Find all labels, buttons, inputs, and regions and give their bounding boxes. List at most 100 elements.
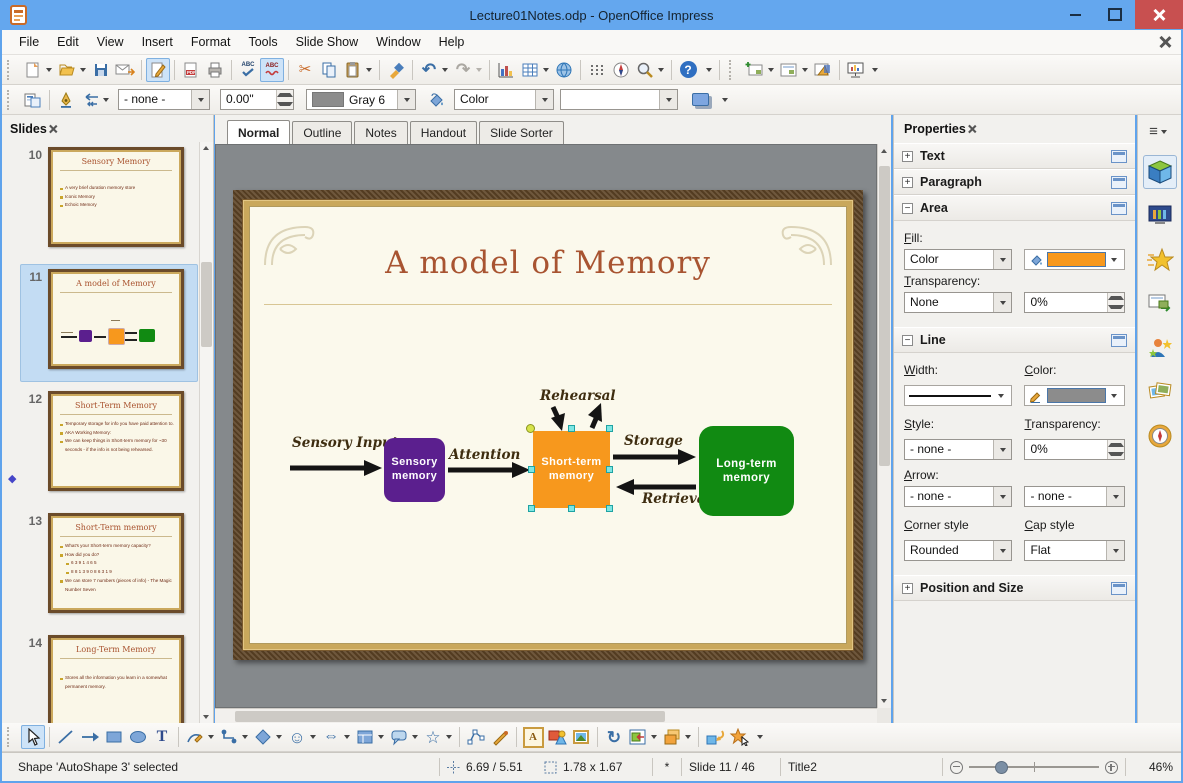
label-rehearsal[interactable]: Rehearsal — [540, 388, 616, 404]
sidebar-tab-master-pages[interactable] — [1143, 287, 1177, 321]
section-text[interactable]: + Text — [894, 143, 1135, 169]
select-tool-button[interactable] — [21, 725, 45, 749]
sidebar-tab-animation[interactable] — [1143, 331, 1177, 365]
line-width-arrow[interactable] — [998, 393, 1005, 398]
transparency-spinner[interactable]: 0% — [1024, 292, 1125, 313]
sidebar-settings-button[interactable]: ≡ — [1149, 123, 1170, 140]
line-color-combo[interactable]: Gray 6 — [306, 89, 416, 110]
fill-color-arrow[interactable] — [1111, 257, 1117, 262]
scroll-up-icon[interactable] — [881, 149, 887, 153]
area-dialog-launcher-icon[interactable] — [1111, 201, 1127, 215]
interaction-button[interactable] — [703, 725, 727, 749]
slide-12-thumbnail[interactable]: Short-Term Memory Temporary storage for … — [48, 391, 184, 491]
section-line[interactable]: − Line — [894, 327, 1135, 353]
maximize-button[interactable] — [1095, 0, 1135, 29]
rectangle-tool-button[interactable] — [102, 725, 126, 749]
menu-help[interactable]: Help — [430, 31, 474, 53]
line-width-up[interactable] — [277, 90, 293, 100]
sidebar-tab-gallery[interactable] — [1143, 375, 1177, 409]
line-width-select[interactable] — [904, 385, 1013, 406]
selection-handle[interactable] — [528, 505, 535, 512]
toolbar-grip[interactable] — [7, 727, 17, 747]
stars-button[interactable]: ☆ — [421, 725, 445, 749]
ellipse-tool-button[interactable] — [126, 725, 150, 749]
slide-10-thumbnail[interactable]: Sensory Memory A very brief duration mem… — [48, 147, 184, 247]
paste-dropdown[interactable] — [366, 67, 372, 72]
menu-tools[interactable]: Tools — [239, 31, 286, 53]
slide-layout-dropdown[interactable] — [802, 67, 808, 72]
status-zoom-percent[interactable]: 46% — [1133, 760, 1181, 774]
line-dialog-launcher-icon[interactable] — [1111, 333, 1127, 347]
spin-up[interactable] — [1108, 293, 1124, 303]
copy-button[interactable] — [317, 58, 341, 82]
slide-thumbnail-row[interactable]: 13 Short-Term memory What's your Short-t… — [2, 508, 200, 630]
slides-scrollbar-thumb[interactable] — [201, 262, 212, 347]
text-dialog-launcher-icon[interactable] — [1111, 149, 1127, 163]
redo-button[interactable]: ↷ — [451, 58, 475, 82]
label-storage[interactable]: Storage — [624, 433, 683, 449]
zoom-button[interactable] — [633, 58, 657, 82]
table-dropdown[interactable] — [543, 67, 549, 72]
cap-style-select[interactable]: Flat — [1024, 540, 1125, 561]
slide-11-thumbnail[interactable]: A model of Memory — [48, 269, 184, 369]
sensory-memory-box[interactable]: Sensory memory — [384, 438, 445, 502]
menu-window[interactable]: Window — [367, 31, 429, 53]
rotate-button[interactable]: ↻ — [602, 725, 626, 749]
save-button[interactable] — [89, 58, 113, 82]
toolbar-grip[interactable] — [7, 89, 17, 110]
position-dialog-launcher-icon[interactable] — [1111, 581, 1127, 595]
tab-handout[interactable]: Handout — [409, 121, 478, 144]
selection-handle[interactable] — [528, 466, 535, 473]
slide-canvas[interactable]: A model of Memory Sensory Input Attentio… — [233, 190, 863, 660]
long-term-memory-box[interactable]: Long-term memory — [699, 426, 794, 516]
zoom-slider[interactable] — [950, 760, 1118, 774]
open-dropdown[interactable] — [80, 67, 86, 72]
line-color-arrow[interactable] — [1111, 393, 1117, 398]
collapse-icon[interactable]: − — [902, 202, 913, 214]
horizontal-scrollbar-thumb[interactable] — [235, 711, 665, 722]
export-pdf-button[interactable]: PDF — [179, 58, 203, 82]
block-arrows-button[interactable]: ⇔ — [319, 725, 343, 749]
menu-file[interactable]: File — [10, 31, 48, 53]
glue-points-button[interactable] — [488, 725, 512, 749]
collapse-icon[interactable]: − — [902, 334, 913, 346]
fill-type-select[interactable]: Color — [904, 249, 1013, 270]
document-close-button[interactable] — [1159, 36, 1171, 48]
toolbar-grip[interactable] — [7, 59, 17, 80]
flowchart-button[interactable] — [353, 725, 377, 749]
animation-effects-button[interactable] — [727, 725, 751, 749]
line-width-spinner[interactable]: 0.00" — [220, 89, 294, 110]
toolbar-grip[interactable] — [729, 59, 739, 80]
zoom-in-icon[interactable] — [1105, 760, 1118, 774]
slide-thumbnail-row[interactable]: 10 Sensory Memory A very brief duration … — [2, 142, 200, 264]
flowchart-dropdown[interactable] — [378, 735, 384, 739]
minimize-button[interactable] — [1055, 0, 1095, 29]
tab-normal[interactable]: Normal — [227, 120, 291, 144]
arrow-start-select[interactable]: - none - — [904, 486, 1013, 507]
line-color-picker[interactable] — [1024, 385, 1125, 406]
fill-type-combo[interactable]: Color — [454, 89, 554, 110]
spin-up[interactable] — [1108, 440, 1124, 450]
autospellcheck-button[interactable]: ABC — [260, 57, 284, 82]
navigator-button[interactable] — [609, 58, 633, 82]
stars-dropdown[interactable] — [446, 735, 452, 739]
fill-color-combo[interactable] — [560, 89, 678, 110]
fontwork-button[interactable]: A — [521, 725, 545, 749]
slide-13-thumbnail[interactable]: Short-Term memory What's your Short-term… — [48, 513, 184, 613]
new-document-button[interactable] — [21, 58, 45, 82]
menu-slideshow[interactable]: Slide Show — [287, 31, 368, 53]
scroll-up-icon[interactable] — [203, 146, 209, 150]
line-style-select[interactable]: - none - — [904, 439, 1013, 460]
new-dropdown[interactable] — [46, 67, 52, 72]
zoom-dropdown[interactable] — [658, 67, 664, 72]
email-button[interactable] — [113, 58, 137, 82]
line-style-combo[interactable]: - none - — [118, 89, 210, 110]
slide-workspace[interactable]: A model of Memory Sensory Input Attentio… — [215, 144, 877, 708]
section-area[interactable]: − Area — [894, 195, 1135, 221]
menu-edit[interactable]: Edit — [48, 31, 88, 53]
zoom-slider-track[interactable] — [969, 761, 1099, 774]
open-button[interactable] — [55, 58, 79, 82]
selection-handle-adjust[interactable] — [526, 424, 535, 433]
short-term-memory-box[interactable]: Short-term memory — [533, 431, 610, 508]
alignment-button[interactable] — [626, 725, 650, 749]
